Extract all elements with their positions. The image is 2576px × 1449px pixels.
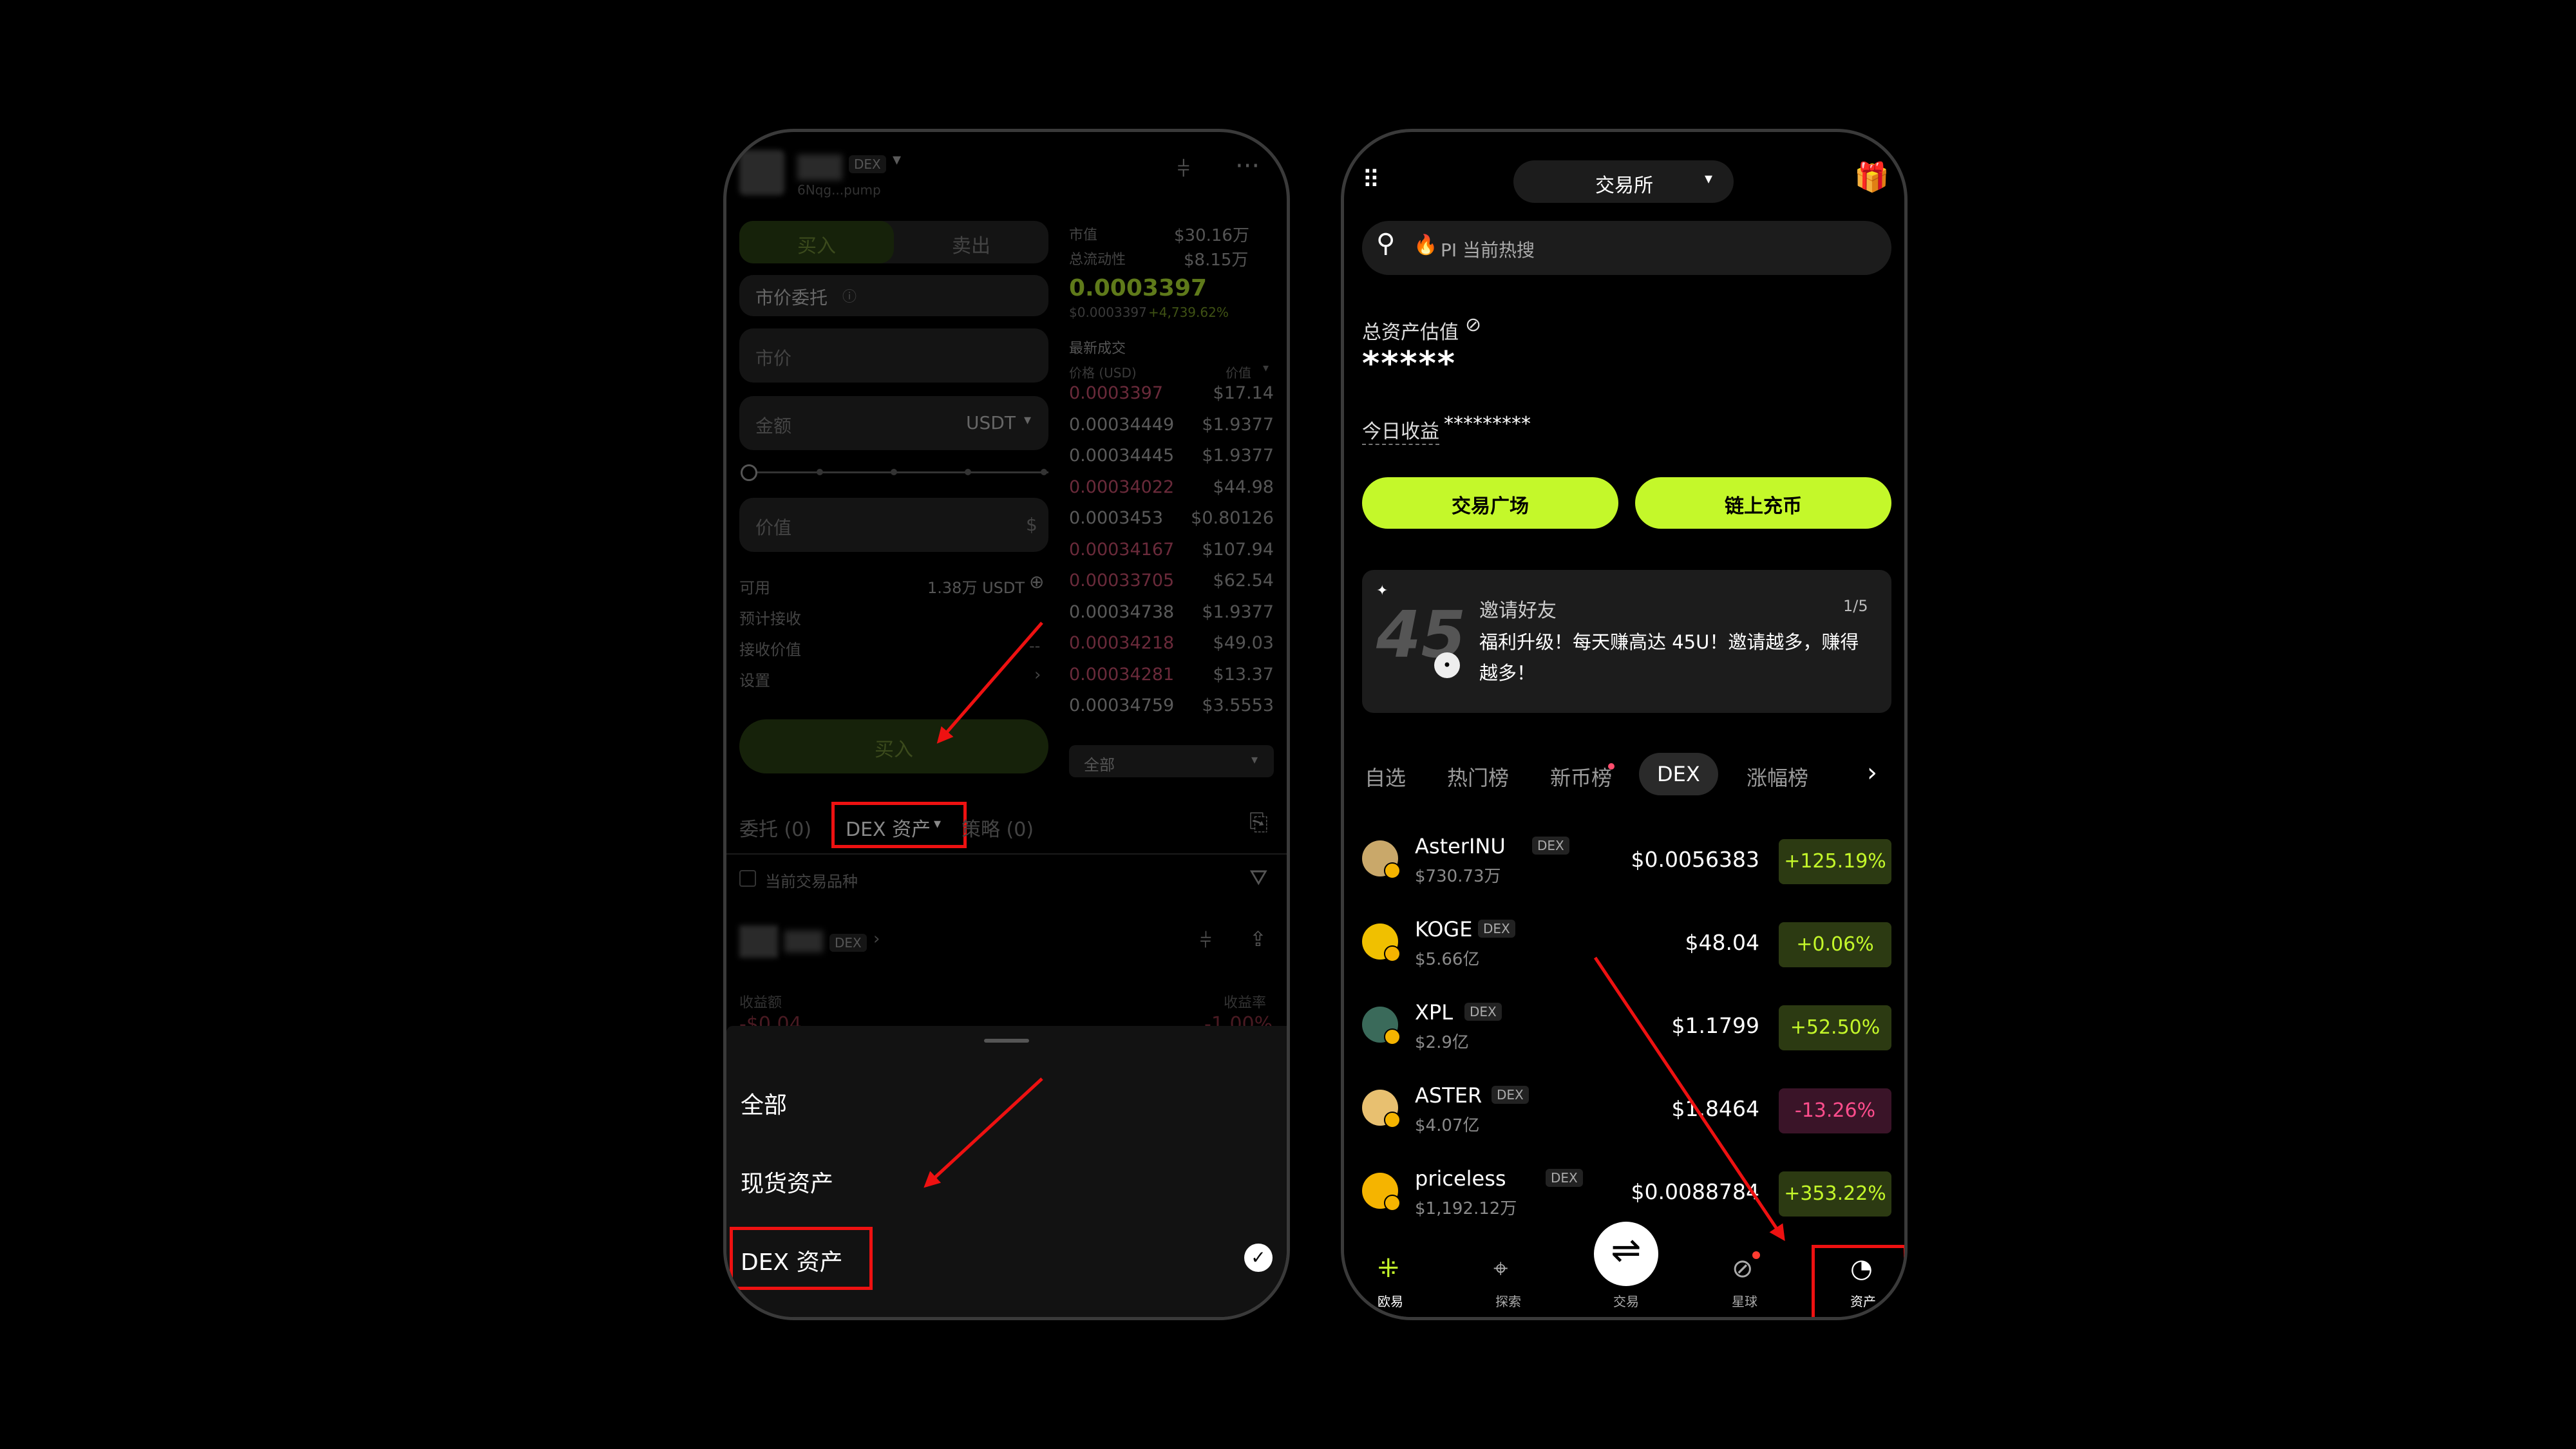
arrow-to-sheet	[923, 1077, 1043, 1188]
left-phone: DEX ▾ 6Nqg...pump ⫩ ··· 买入 卖出 市价委托 ⓘ 市价 …	[723, 129, 1290, 1320]
arrow-to-buy	[936, 621, 1043, 744]
annotation-arrow	[1593, 956, 1785, 1242]
right-phone: ⠿ 交易所 ▾ 🎁 ⚲ 🔥 PI 当前热搜 总资产估值 ⊘ ***** 今日收益…	[1341, 129, 1908, 1320]
annotation-arrows	[923, 621, 1043, 1188]
arrow-to-assets	[1593, 956, 1785, 1242]
